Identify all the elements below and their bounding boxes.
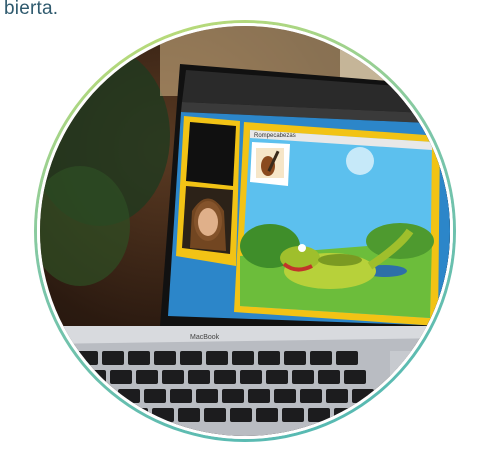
caption-text: bierta.	[4, 0, 59, 19]
laptop-scene: Rompecabezas MacBook	[40, 26, 450, 436]
trackpad-area	[390, 351, 450, 436]
crocodile-eye	[298, 244, 306, 252]
woman-face-center	[198, 208, 218, 236]
laptop-photo: Rompecabezas MacBook	[40, 26, 450, 436]
laptop-logo: MacBook	[190, 334, 220, 341]
sun-glow	[346, 147, 374, 175]
crocodile-stripes	[318, 254, 362, 266]
video-tile-empty	[186, 122, 236, 186]
slide-title: Rompecabezas	[254, 133, 296, 139]
